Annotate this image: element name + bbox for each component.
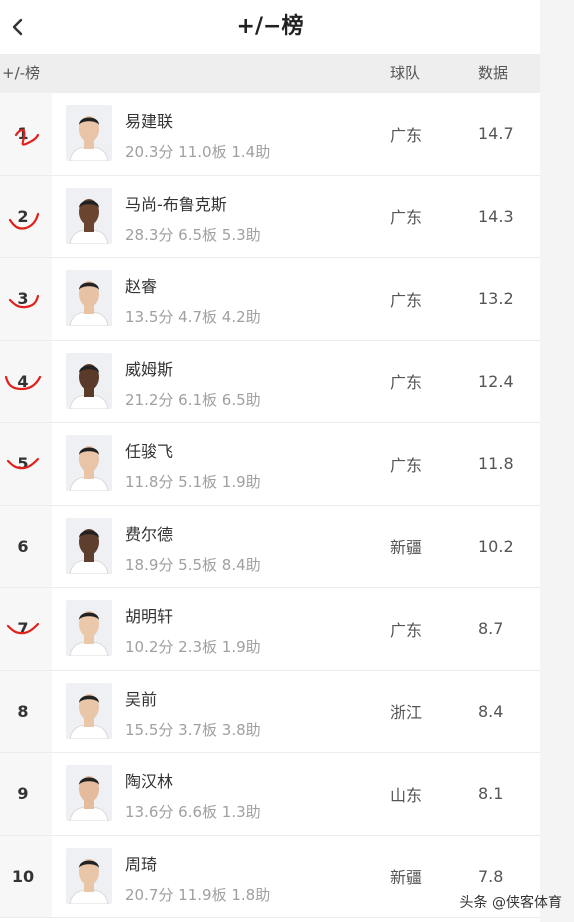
team-name: 广东 <box>390 290 423 310</box>
column-header-team: 球队 <box>390 64 421 82</box>
rank-number: 5 <box>17 454 29 474</box>
player-name: 易建联 <box>125 112 174 131</box>
team-name: 广东 <box>390 373 423 393</box>
player-name: 陶汉林 <box>125 772 174 791</box>
team-name: 广东 <box>390 620 423 640</box>
rank-number: 2 <box>17 206 29 226</box>
avatar <box>66 270 112 326</box>
table-row[interactable]: 3 赵睿 13.5分 4.7板 4.2助 广东 13.2 <box>0 258 540 341</box>
plus-minus-value: 13.2 <box>478 289 514 309</box>
table-row[interactable]: 9 陶汉林 13.6分 6.6板 1.3助 山东 8.1 <box>0 753 540 836</box>
avatar <box>66 517 112 574</box>
player-stats: 13.6分 6.6板 1.3助 <box>125 803 261 821</box>
player-stats: 20.3分 11.0板 1.4助 <box>125 143 271 161</box>
plus-minus-value: 8.1 <box>478 784 504 804</box>
plus-minus-value: 10.2 <box>478 536 514 556</box>
rank-number: 10 <box>11 866 35 886</box>
player-stats: 10.2分 2.3板 1.9助 <box>125 638 261 656</box>
avatar <box>66 600 112 656</box>
player-stats: 18.9分 5.5板 8.4助 <box>125 555 261 574</box>
table-header: +/-榜 球队 数据 <box>0 54 540 93</box>
plus-minus-value: 8.4 <box>478 701 504 721</box>
column-header-stat: 数据 <box>478 64 509 82</box>
rank-number: 7 <box>17 619 29 639</box>
rank-cell: 3 <box>0 258 52 340</box>
player-stats: 28.3分 6.5板 5.3助 <box>125 225 261 244</box>
rank-cell: 2 <box>0 175 52 257</box>
player-name: 周琦 <box>125 854 158 874</box>
team-name: 山东 <box>390 785 423 805</box>
table-row[interactable]: 7 胡明轩 10.2分 2.3板 1.9助 广东 8.7 <box>0 588 540 671</box>
rank-cell: 7 <box>0 588 52 670</box>
table-row[interactable]: 4 威姆斯 21.2分 6.1板 6.5助 广东 12.4 <box>0 340 540 423</box>
leaderboard-panel: +/−榜 +/-榜 球队 数据 1 易建联 20.3分 11.0板 1.4助 广… <box>0 0 540 922</box>
rank-number: 9 <box>17 784 29 804</box>
avatar <box>66 352 112 409</box>
player-name: 吴前 <box>125 689 158 709</box>
player-name: 任骏飞 <box>125 442 174 461</box>
rank-cell: 5 <box>0 423 52 505</box>
rank-number: 3 <box>17 289 29 309</box>
team-name: 广东 <box>390 125 423 145</box>
player-name: 威姆斯 <box>125 359 174 379</box>
top-bar: +/−榜 <box>0 0 540 54</box>
watermark: 头条 @侠客体育 <box>459 895 562 911</box>
avatar <box>66 105 112 161</box>
plus-minus-value: 8.7 <box>478 619 504 639</box>
player-name: 马尚-布鲁克斯 <box>125 194 227 214</box>
team-name: 浙江 <box>390 703 423 723</box>
page-title: +/−榜 <box>236 14 304 39</box>
rank-cell: 4 <box>0 340 52 422</box>
player-stats: 13.5分 4.7板 4.2助 <box>125 308 261 326</box>
rank-cell: 8 <box>0 670 52 752</box>
player-list: 1 易建联 20.3分 11.0板 1.4助 广东 14.7 2 马尚-布鲁克斯… <box>0 93 540 918</box>
avatar <box>66 765 112 821</box>
player-name: 胡明轩 <box>125 607 174 626</box>
plus-minus-value: 11.8 <box>478 454 514 474</box>
player-stats: 20.7分 11.9板 1.8助 <box>125 885 271 904</box>
table-row[interactable]: 6 费尔德 18.9分 5.5板 8.4助 新疆 10.2 <box>0 505 540 588</box>
player-stats: 21.2分 6.1板 6.5助 <box>125 390 261 409</box>
table-row[interactable]: 8 吴前 15.5分 3.7板 3.8助 浙江 8.4 <box>0 670 540 753</box>
rank-number: 1 <box>17 124 29 144</box>
rank-cell: 10 <box>0 835 52 917</box>
avatar <box>66 435 112 491</box>
avatar <box>66 187 112 244</box>
plus-minus-value: 12.4 <box>478 371 514 391</box>
rank-cell: 9 <box>0 753 52 835</box>
player-stats: 11.8分 5.1板 1.9助 <box>125 473 261 491</box>
player-stats: 15.5分 3.7板 3.8助 <box>125 720 261 739</box>
background-strip <box>540 0 574 922</box>
team-name: 新疆 <box>390 538 423 558</box>
rank-cell: 6 <box>0 505 52 587</box>
avatar <box>66 847 112 904</box>
plus-minus-value: 14.7 <box>478 124 514 144</box>
avatar <box>66 682 112 739</box>
table-row[interactable]: 1 易建联 20.3分 11.0板 1.4助 广东 14.7 <box>0 93 540 176</box>
player-name: 费尔德 <box>125 524 174 544</box>
team-name: 新疆 <box>390 868 423 888</box>
plus-minus-value: 14.3 <box>478 206 514 226</box>
player-name: 赵睿 <box>125 277 158 296</box>
rank-number: 4 <box>17 371 29 391</box>
table-row[interactable]: 5 任骏飞 11.8分 5.1板 1.9助 广东 11.8 <box>0 423 540 506</box>
table-row[interactable]: 2 马尚-布鲁克斯 28.3分 6.5板 5.3助 广东 14.3 <box>0 175 540 258</box>
rank-cell: 1 <box>0 93 52 175</box>
column-header-rank: +/-榜 <box>2 64 41 82</box>
team-name: 广东 <box>390 455 423 475</box>
rank-number: 8 <box>17 701 29 721</box>
rank-number: 6 <box>17 536 29 556</box>
team-name: 广东 <box>390 208 423 228</box>
